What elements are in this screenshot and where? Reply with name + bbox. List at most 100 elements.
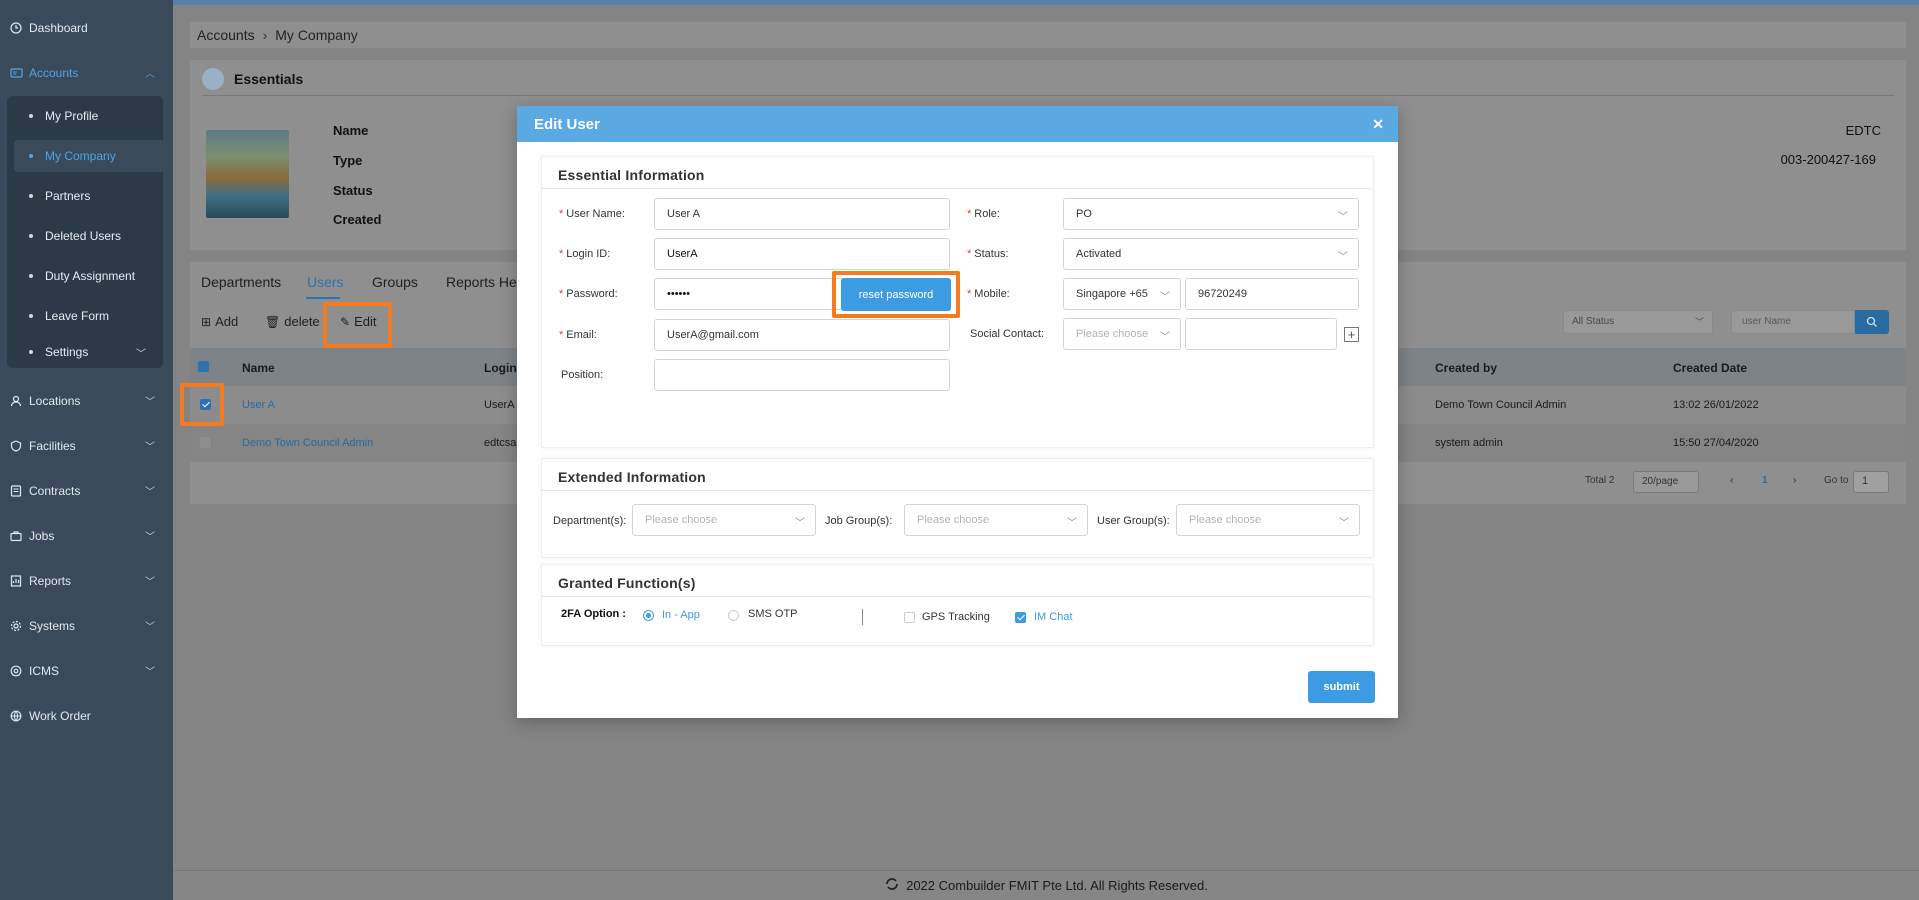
highlight-edit: [323, 302, 392, 348]
submenu-item-partners[interactable]: Partners: [14, 180, 164, 212]
gps-tracking-label[interactable]: GPS Tracking: [922, 611, 990, 623]
user-name-link[interactable]: Demo Town Council Admin: [242, 437, 373, 449]
sidebar-item-accounts[interactable]: Accounts ︿: [0, 51, 173, 95]
dialog-title: Edit User: [534, 115, 600, 133]
label-created: Created: [333, 212, 382, 227]
tab-departments[interactable]: Departments: [201, 274, 281, 290]
breadcrumb-root[interactable]: Accounts: [197, 27, 255, 43]
chevron-up-icon: ︿: [145, 69, 155, 80]
add-label: Add: [215, 314, 239, 329]
chevron-down-icon: ﹀: [145, 622, 155, 633]
submenu-item-my-company[interactable]: My Company: [14, 140, 164, 172]
submenu-item-duty-assignment[interactable]: Duty Assignment: [14, 260, 164, 292]
gps-tracking-checkbox[interactable]: [904, 612, 915, 623]
bullet-icon: [29, 314, 33, 318]
bullet-icon: [29, 234, 33, 238]
submenu-label: Leave Form: [45, 309, 110, 323]
user-name-label: * User Name:: [559, 208, 625, 220]
in-app-radio[interactable]: [643, 610, 654, 621]
sidebar-item-facilities[interactable]: Facilities ﹀: [0, 424, 173, 468]
bullet-icon: [29, 114, 33, 118]
sidebar-item-dashboard[interactable]: Dashboard: [0, 6, 173, 50]
add-social-icon[interactable]: +: [1344, 327, 1359, 342]
sms-otp-radio[interactable]: [728, 610, 739, 621]
sidebar-item-contracts[interactable]: Contracts ﹀: [0, 469, 173, 513]
dialog-header: Edit User ✕: [517, 106, 1398, 142]
email-field[interactable]: UserA@gmail.com: [654, 319, 950, 351]
current-page-number[interactable]: 1: [1762, 475, 1768, 486]
next-page-icon[interactable]: ›: [1793, 475, 1796, 486]
sidebar-item-label: ICMS: [29, 664, 59, 678]
user-search-input[interactable]: user Name: [1731, 310, 1855, 334]
department-select[interactable]: Please choose ﹀: [632, 504, 816, 536]
add-button[interactable]: ⊞ Add: [201, 314, 238, 329]
at-icon: [9, 664, 23, 678]
sidebar-item-label: Contracts: [29, 484, 81, 498]
mobile-number-field[interactable]: 96720249: [1185, 278, 1359, 310]
chevron-down-icon: ﹀: [145, 667, 155, 678]
page-size-select[interactable]: 20/page: [1633, 471, 1699, 493]
submenu-label: My Company: [45, 149, 116, 163]
submenu-item-deleted-users[interactable]: Deleted Users: [14, 220, 164, 252]
footer: 2022 Combuilder FMIT Pte Ltd. All Rights…: [173, 870, 1919, 900]
essentials-heading: Essentials: [202, 68, 303, 90]
user-login: edtcsa: [484, 437, 517, 449]
report-icon: [9, 574, 23, 588]
select-all-checkbox[interactable]: [198, 361, 209, 372]
tab-groups[interactable]: Groups: [372, 274, 418, 290]
company-avatar-icon: [202, 68, 224, 90]
user-name-link[interactable]: User A: [242, 399, 275, 411]
chevron-down-icon: ﹀: [1160, 332, 1170, 343]
sidebar-item-locations[interactable]: Locations ﹀: [0, 379, 173, 423]
country-code-select[interactable]: Singapore +65 ﹀: [1063, 278, 1181, 310]
reset-password-button[interactable]: reset password: [841, 278, 951, 311]
tab-users[interactable]: Users: [307, 274, 344, 290]
sidebar-item-work-order[interactable]: Work Order: [0, 694, 173, 738]
submenu-item-leave-form[interactable]: Leave Form: [14, 300, 164, 332]
goto-page-input[interactable]: 1: [1853, 471, 1889, 493]
submit-button[interactable]: submit: [1308, 671, 1375, 703]
chevron-down-icon: ﹀: [1338, 252, 1348, 263]
status-select[interactable]: Activated ﹀: [1063, 238, 1359, 270]
chevron-down-icon: ﹀: [145, 487, 155, 498]
login-id-field[interactable]: UserA: [654, 238, 950, 270]
submenu-item-my-profile[interactable]: My Profile: [14, 100, 164, 132]
im-chat-label[interactable]: IM Chat: [1034, 611, 1073, 623]
user-created-by: Demo Town Council Admin: [1435, 399, 1567, 411]
search-button[interactable]: [1855, 310, 1889, 334]
sidebar-item-label: Dashboard: [29, 21, 88, 35]
job-group-select[interactable]: Please choose ﹀: [904, 504, 1088, 536]
social-contact-select[interactable]: Please choose ﹀: [1063, 318, 1181, 350]
chevron-down-icon: ﹀: [145, 532, 155, 543]
user-group-select[interactable]: Please choose ﹀: [1176, 504, 1360, 536]
user-name-field[interactable]: User A: [654, 198, 950, 230]
sidebar-item-systems[interactable]: Systems ﹀: [0, 604, 173, 648]
submenu-label: Partners: [45, 189, 91, 203]
accounts-submenu: My Profile My Company Partners Deleted U…: [7, 96, 164, 368]
id-card-icon: [9, 66, 23, 80]
user-created-by: system admin: [1435, 437, 1503, 449]
highlight-checkbox: [180, 383, 224, 426]
close-icon[interactable]: ✕: [1372, 116, 1384, 133]
status-filter-select[interactable]: All Status ﹀: [1563, 310, 1713, 334]
page-size-value: 20/page: [1642, 476, 1679, 487]
submenu-item-settings[interactable]: Settings ﹀: [14, 336, 164, 368]
sms-otp-label[interactable]: SMS OTP: [748, 608, 798, 620]
tab-reports[interactable]: Reports Hea: [446, 274, 525, 290]
chevron-down-icon: ﹀: [136, 349, 146, 360]
edit-user-dialog: Edit User ✕ Essential Information Extend…: [517, 106, 1398, 718]
job-group-label: Job Group(s):: [825, 515, 893, 527]
sidebar-item-icms[interactable]: ICMS ﹀: [0, 649, 173, 693]
sidebar-item-reports[interactable]: Reports ﹀: [0, 559, 173, 603]
password-label: * Password:: [559, 288, 618, 300]
delete-button[interactable]: 🗑 delete: [265, 314, 320, 329]
in-app-label[interactable]: In - App: [662, 609, 700, 621]
position-field[interactable]: [654, 359, 950, 391]
prev-page-icon[interactable]: ‹: [1730, 475, 1733, 486]
social-contact-field[interactable]: [1185, 318, 1337, 350]
goto-value: 1: [1862, 475, 1869, 487]
role-select[interactable]: PO ﹀: [1063, 198, 1359, 230]
row-checkbox[interactable]: [200, 437, 211, 448]
sidebar-item-jobs[interactable]: Jobs ﹀: [0, 514, 173, 558]
im-chat-checkbox[interactable]: [1015, 612, 1026, 623]
